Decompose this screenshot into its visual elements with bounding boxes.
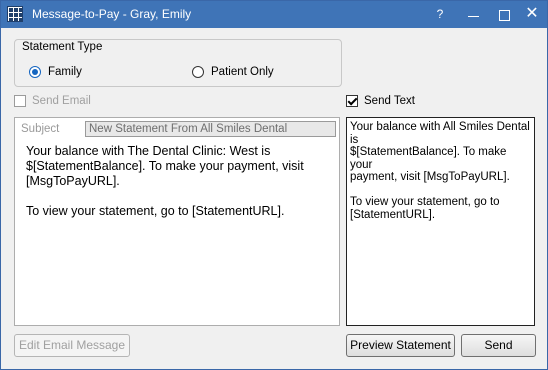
radio-family-label: Family — [48, 66, 82, 78]
title-bar[interactable]: Message-to-Pay - Gray, Emily ? ✕ — [1, 1, 547, 28]
subject-input[interactable]: New Statement From All Smiles Dental — [85, 121, 336, 137]
radio-patient-only-button[interactable] — [192, 66, 204, 78]
statement-type-group: Statement Type Family Patient Only — [14, 39, 342, 87]
send-text-label: Send Text — [364, 95, 415, 107]
subject-label: Subject — [21, 123, 60, 135]
email-body-text: Your balance with The Dental Clinic: Wes… — [26, 144, 304, 218]
send-email-label: Send Email — [32, 95, 91, 107]
send-text-checkbox[interactable] — [346, 95, 358, 107]
text-message-textarea[interactable]: Your balance with All Smiles Dental is $… — [346, 117, 535, 326]
send-button[interactable]: Send — [461, 334, 536, 357]
edit-email-message-button[interactable]: Edit Email Message — [14, 334, 130, 357]
statement-type-label: Statement Type — [22, 41, 103, 53]
help-button[interactable]: ? — [429, 5, 451, 23]
app-grid-icon — [7, 6, 23, 22]
maximize-icon[interactable] — [493, 5, 515, 23]
message-to-pay-window: Message-to-Pay - Gray, Emily ? ✕ Stateme… — [0, 0, 548, 370]
radio-patient-only[interactable]: Patient Only — [192, 64, 274, 80]
radio-patient-only-label: Patient Only — [211, 66, 274, 78]
email-message-panel: Subject New Statement From All Smiles De… — [14, 117, 340, 326]
minimize-icon[interactable] — [463, 5, 485, 23]
close-icon[interactable]: ✕ — [521, 5, 543, 23]
send-email-checkbox[interactable] — [14, 95, 26, 107]
preview-statement-button[interactable]: Preview Statement — [346, 334, 455, 357]
text-message-body[interactable]: Your balance with All Smiles Dental is $… — [350, 121, 530, 221]
send-text-checkbox-row[interactable]: Send Text — [346, 93, 415, 109]
radio-family[interactable]: Family — [29, 64, 82, 80]
window-title: Message-to-Pay - Gray, Emily — [32, 7, 192, 21]
radio-family-button[interactable] — [29, 66, 41, 78]
send-email-checkbox-row[interactable]: Send Email — [14, 93, 91, 109]
